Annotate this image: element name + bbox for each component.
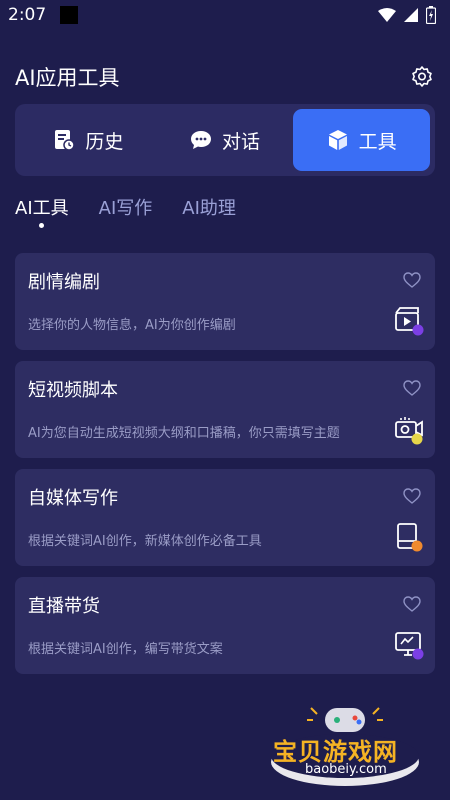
camera-icon [395,417,423,445]
card-title: 自媒体写作 [28,488,118,509]
settings-button[interactable] [409,64,435,90]
tab-chat[interactable]: 对话 [157,109,294,171]
heart-icon[interactable] [403,596,421,612]
tab-tools-label: 工具 [358,130,397,153]
active-indicator [39,223,45,228]
cube-icon [328,130,347,150]
subtab-ai-writing-label: AI写作 [98,198,153,219]
tab-chat-label: 对话 [222,130,261,153]
heart-icon[interactable] [403,380,421,396]
tool-card-live-selling[interactable]: 直播带货 根据关键词AI创作，编写带货文案 [15,577,435,674]
status-icons [378,6,436,24]
heart-icon[interactable] [403,272,421,288]
status-time: 2:07 [8,5,47,25]
chat-bubble-icon [191,131,211,149]
tool-card-short-video-script[interactable]: 短视频脚本 AI为您自动生成短视频大纲和口播稿，你只需填写主题 [15,361,435,458]
monitor-icon [395,632,424,660]
subtab-ai-writing[interactable]: AI写作 [99,192,153,232]
page-title: AI应用工具 [15,66,120,90]
main-tab-bar: 历史 对话 工具 [15,104,435,176]
card-description: 选择你的人物信息，AI为你创作编剧 [28,318,236,333]
tab-history[interactable]: 历史 [20,109,157,171]
app-header: AI应用工具 [15,62,435,92]
tool-card-screenwriting[interactable]: 剧情编剧 选择你的人物信息，AI为你创作编剧 [15,253,435,350]
card-title: 短视频脚本 [28,380,118,401]
tablet-icon [397,523,423,552]
battery-icon [426,6,436,24]
watermark: 宝贝游戏网 baobeiy.com [265,700,425,790]
subtab-ai-tools[interactable]: AI工具 [15,192,69,232]
subtab-ai-tools-label: AI工具 [15,198,69,219]
card-title: 剧情编剧 [28,272,100,293]
video-clapper-icon [395,307,424,336]
subtab-ai-assistant[interactable]: AI助理 [182,192,236,232]
subtab-ai-assistant-label: AI助理 [182,198,236,219]
card-description: 根据关键词AI创作，编写带货文案 [28,642,223,657]
tab-tools[interactable]: 工具 [293,109,431,171]
notification-icon [60,6,79,24]
gear-icon [412,66,432,87]
tool-list: 剧情编剧 选择你的人物信息，AI为你创作编剧 短视频脚本 AI为您自动生成短视频… [15,253,435,685]
tool-card-self-media-writing[interactable]: 自媒体写作 根据关键词AI创作，新媒体创作必备工具 [15,469,435,566]
status-bar: 2:07 [0,0,450,30]
signal-icon [404,8,418,22]
tab-history-label: 历史 [85,130,124,153]
heart-icon[interactable] [403,488,421,504]
history-doc-icon [55,130,76,151]
wifi-icon [378,8,396,22]
card-description: 根据关键词AI创作，新媒体创作必备工具 [28,534,262,549]
card-description: AI为您自动生成短视频大纲和口播稿，你只需填写主题 [28,426,340,441]
card-title: 直播带货 [28,596,100,617]
watermark-url: baobeiy.com [305,762,387,777]
sub-tab-bar: AI工具 AI写作 AI助理 [15,192,236,232]
